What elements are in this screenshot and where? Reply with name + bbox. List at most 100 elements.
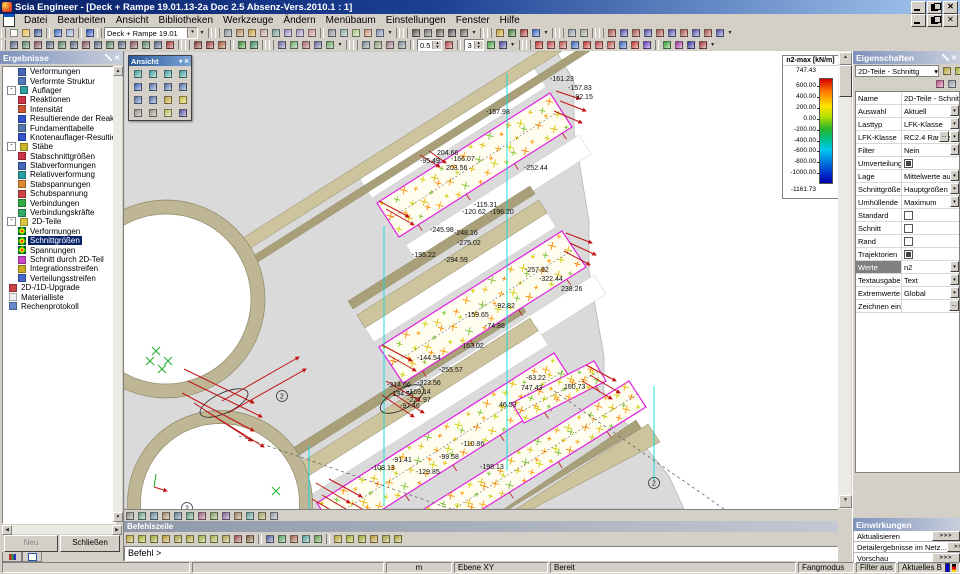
member-icon[interactable] xyxy=(277,534,288,545)
checkbox-icon[interactable] xyxy=(904,237,913,246)
zoom-selection-icon[interactable] xyxy=(146,93,160,106)
copy-node-icon[interactable] xyxy=(21,40,32,51)
offset-icon[interactable] xyxy=(141,40,152,51)
window-cascade-icon[interactable] xyxy=(619,28,630,39)
support-icon[interactable] xyxy=(313,40,324,51)
dropdown-caret-icon[interactable]: ▾ xyxy=(336,40,344,51)
load-line-icon[interactable] xyxy=(545,40,556,51)
toolbar-grip[interactable] xyxy=(1,28,6,38)
value-spinner[interactable]: 0.5▲▼ xyxy=(417,39,442,51)
nonlinear-icon[interactable] xyxy=(673,40,684,51)
chevron-down-icon[interactable]: ▾ xyxy=(934,67,938,76)
command-panel-header[interactable]: Befehlszeile xyxy=(124,521,838,532)
tree-item-spannungen[interactable]: Spannungen xyxy=(3,245,115,254)
property-row-umverteilung-[interactable]: Umverteilung... xyxy=(856,157,959,170)
toolbar-grip[interactable] xyxy=(559,28,564,38)
view-top-icon[interactable] xyxy=(691,28,702,39)
copy-picture-icon[interactable] xyxy=(235,28,246,39)
property-row-auswahl[interactable]: AuswahlAktuell▾ xyxy=(856,105,959,118)
window-view-icon[interactable] xyxy=(161,106,175,119)
property-value[interactable] xyxy=(902,222,959,234)
view-side-icon[interactable] xyxy=(679,28,690,39)
tree-expander-icon[interactable]: - xyxy=(7,217,16,226)
trim-icon[interactable] xyxy=(81,40,92,51)
tree-item-schubspannung[interactable]: Schubspannung xyxy=(3,189,115,198)
zoom-out-icon[interactable] xyxy=(161,80,175,93)
chevron-down-icon[interactable]: ▾ xyxy=(950,274,959,285)
tree-item-verbindungen[interactable]: Verbindungen xyxy=(3,198,115,207)
toolbar-grip[interactable] xyxy=(599,28,604,38)
tree-item-verformte-struktur[interactable]: Verformte Struktur xyxy=(3,76,115,85)
dropdown-caret-icon[interactable]: ▾ xyxy=(726,28,734,39)
zoom-all-icon[interactable] xyxy=(131,93,145,106)
tree-scrollbar[interactable]: ▲ ▼ xyxy=(113,66,122,522)
property-value[interactable]: Hauptgrößen▾ xyxy=(902,183,959,195)
tree-item-2d-teile[interactable]: -2D-Teile xyxy=(3,217,115,226)
snap-grid-icon[interactable] xyxy=(249,40,260,51)
minimize-button[interactable] xyxy=(911,1,926,14)
tree-item-relativverformung[interactable]: Relativverformung xyxy=(3,170,115,179)
polyline-tool-icon[interactable] xyxy=(423,28,434,39)
chevron-down-icon[interactable]: ▾ xyxy=(950,131,959,142)
toolbar-grip[interactable] xyxy=(185,40,190,50)
array-icon[interactable] xyxy=(129,40,140,51)
view-toolbar-header[interactable]: Ansicht ▾ ✕ xyxy=(129,56,191,66)
toolbar-grip[interactable] xyxy=(403,28,408,38)
undo-icon[interactable] xyxy=(53,28,64,39)
tree-item-stabschnittgrößen[interactable]: Stabschnittgrößen xyxy=(3,152,115,161)
layer-down-icon[interactable] xyxy=(497,40,508,51)
result-display-icon[interactable] xyxy=(233,511,244,522)
toolbar-grip[interactable] xyxy=(1,40,6,50)
view-axo-icon[interactable] xyxy=(703,28,714,39)
pencil-icon[interactable] xyxy=(245,534,256,545)
circle-tool-icon[interactable] xyxy=(447,28,458,39)
tree-item-resultierende-der-reaktione[interactable]: Resultierende der Reaktione xyxy=(3,114,115,123)
pin-icon[interactable] xyxy=(105,54,112,61)
stability-icon[interactable] xyxy=(685,40,696,51)
select-node-icon[interactable] xyxy=(193,40,204,51)
copy-view-icon[interactable] xyxy=(146,106,160,119)
property-row-lasttyp[interactable]: LasttypLFK-Klasse▾ xyxy=(856,118,959,131)
mesh-5-icon[interactable] xyxy=(381,534,392,545)
node-icon[interactable] xyxy=(265,534,276,545)
rotate-icon[interactable] xyxy=(33,40,44,51)
property-value[interactable] xyxy=(902,248,959,260)
walk-mode-icon[interactable] xyxy=(131,80,145,93)
dropdown-caret-icon[interactable]: ▾ xyxy=(198,28,206,39)
action-run-button[interactable]: >>> xyxy=(947,542,960,552)
new-window-icon[interactable] xyxy=(85,28,96,39)
scale-result-icon[interactable] xyxy=(444,40,455,51)
redo-icon[interactable] xyxy=(65,28,76,39)
property-row-lage[interactable]: LageMittelwerte auf El▾ xyxy=(856,170,959,183)
paint-icon[interactable] xyxy=(495,28,506,39)
chevron-down-icon[interactable]: ▾ xyxy=(950,287,959,298)
checkbox-icon[interactable] xyxy=(904,211,913,220)
view-params-icon[interactable] xyxy=(221,511,232,522)
dynamics-icon[interactable] xyxy=(697,40,708,51)
property-value[interactable]: LFK-Klasse▾ xyxy=(902,118,959,130)
menu-ansicht[interactable]: Ansicht xyxy=(111,15,154,26)
property-value[interactable] xyxy=(902,209,959,221)
print-preview-icon[interactable] xyxy=(339,28,350,39)
scale-icon[interactable] xyxy=(57,40,68,51)
property-value[interactable]: n2▾ xyxy=(902,261,959,273)
measure-icon[interactable] xyxy=(165,40,176,51)
tree-item-stabverformungen[interactable]: Stabverformungen xyxy=(3,161,115,170)
light-icon[interactable] xyxy=(176,93,190,106)
flag-icon[interactable] xyxy=(233,534,244,545)
result-stress-icon[interactable] xyxy=(137,534,148,545)
dropdown-caret-icon[interactable]: ▾ xyxy=(386,28,394,39)
tree-expander-icon[interactable]: - xyxy=(7,86,16,95)
mdi-restore-button[interactable] xyxy=(927,14,942,27)
hinge-icon[interactable] xyxy=(301,40,312,51)
quick-filter-icon[interactable] xyxy=(954,65,960,76)
menu-datei[interactable]: Datei xyxy=(19,15,52,26)
property-value[interactable]: Maximum▾ xyxy=(902,196,959,208)
toolbar-grip[interactable] xyxy=(353,40,358,50)
tree-item-auflager[interactable]: -Auflager xyxy=(3,86,115,95)
chevron-down-icon[interactable]: ▾ xyxy=(950,261,959,272)
tree-expander-icon[interactable]: - xyxy=(7,142,16,151)
model-view[interactable]: -157.98-95.49204.66-166.07203.56-252.44-… xyxy=(124,51,838,509)
menu-bibliotheken[interactable]: Bibliotheken xyxy=(154,15,218,26)
tree-item-stäbe[interactable]: -Stäbe xyxy=(3,142,115,151)
